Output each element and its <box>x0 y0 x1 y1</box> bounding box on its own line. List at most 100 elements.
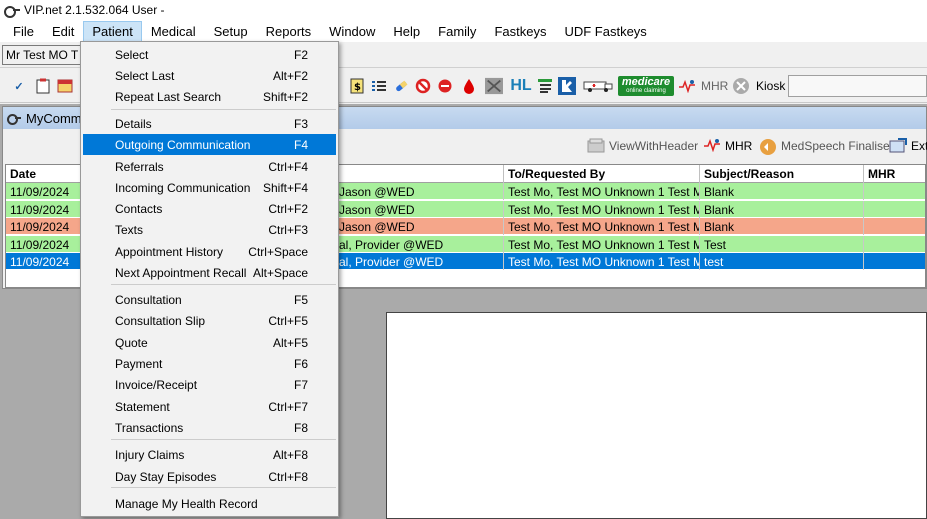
menu-item-invoice-receipt[interactable]: Invoice/Receipt F7 <box>83 374 336 395</box>
menu-item-consultation-slip[interactable]: Consultation Slip Ctrl+F5 <box>83 310 336 331</box>
app-logo-icon <box>4 4 20 18</box>
ambulance-icon[interactable] <box>582 77 614 95</box>
menu-item-label: Repeat Last Search <box>115 90 222 104</box>
menu-item-label: Consultation <box>115 293 182 307</box>
title-bar: VIP.net 2.1.532.064 User - <box>0 0 927 20</box>
menu-family[interactable]: Family <box>429 21 485 42</box>
document-lines-icon[interactable] <box>536 77 554 95</box>
kiosk-label[interactable]: Kiosk <box>756 79 785 93</box>
column-header-to[interactable]: To/Requested By <box>504 165 700 183</box>
menu-item-texts[interactable]: Texts Ctrl+F3 <box>83 219 336 240</box>
menu-udf-fastkeys[interactable]: UDF Fastkeys <box>555 21 655 42</box>
menu-edit[interactable]: Edit <box>43 21 83 42</box>
menu-item-shortcut: F4 <box>293 138 308 152</box>
pill-icon[interactable] <box>392 77 410 95</box>
mhr-heart-icon[interactable] <box>678 77 696 95</box>
menu-item-payment[interactable]: Payment F6 <box>83 353 336 374</box>
calendar-icon[interactable] <box>56 77 74 95</box>
menu-help[interactable]: Help <box>384 21 429 42</box>
menu-item-statement[interactable]: Statement Ctrl+F7 <box>83 396 336 417</box>
cell-to: Test Mo, Test MO Unknown 1 Test M... <box>504 200 700 218</box>
medicare-online-claiming-icon[interactable]: medicare online claiming <box>618 76 674 96</box>
blood-drop-icon[interactable] <box>460 77 478 95</box>
menu-file[interactable]: File <box>4 21 43 42</box>
menu-item-select-last[interactable]: Select Last Alt+F2 <box>83 65 336 86</box>
child-mhr-label: MHR <box>725 139 753 153</box>
menu-separator <box>111 487 336 488</box>
menu-reports[interactable]: Reports <box>257 21 321 42</box>
child-mhr-button[interactable]: MHR <box>703 138 752 154</box>
menu-patient[interactable]: Patient <box>83 20 142 42</box>
clipboard-icon[interactable] <box>34 77 52 95</box>
current-patient-field[interactable]: Mr Test MO T <box>2 45 82 65</box>
cell-subject: Blank <box>700 183 864 200</box>
dollar-icon[interactable]: $ <box>348 77 366 95</box>
ext-button[interactable]: Ext <box>889 138 927 154</box>
menu-item-shortcut: Alt+F8 <box>272 448 308 462</box>
menu-item-shortcut: F5 <box>293 293 308 307</box>
cell-mhr <box>864 253 925 270</box>
cell-mhr <box>864 201 925 218</box>
cell-to: Test Mo, Test MO Unknown 1 Test M... <box>504 235 700 253</box>
menu-setup[interactable]: Setup <box>205 21 257 42</box>
menu-item-day-stay-episodes[interactable]: Day Stay Episodes Ctrl+F8 <box>83 466 336 487</box>
menu-item-details[interactable]: Details F3 <box>83 113 336 134</box>
h-logo-icon[interactable] <box>558 77 576 95</box>
medspeech-finalise-button[interactable]: MedSpeech Finalise <box>759 138 890 155</box>
menu-item-label: Texts <box>115 223 144 237</box>
menu-fastkeys[interactable]: Fastkeys <box>485 21 555 42</box>
cell-to: Test Mo, Test MO Unknown 1 Test M... <box>504 183 700 200</box>
menu-item-outgoing-communication[interactable]: Outgoing Communication F4 <box>83 134 336 155</box>
cell-subject: Blank <box>700 200 864 218</box>
alert-icon[interactable] <box>436 77 454 95</box>
no-entry-icon[interactable] <box>414 77 432 95</box>
menu-item-label: Referrals <box>115 160 164 174</box>
menu-item-transactions[interactable]: Transactions F8 <box>83 417 336 438</box>
ext-label: Ext <box>911 139 927 153</box>
menu-item-label: Quote <box>115 336 148 350</box>
list-icon[interactable] <box>370 77 388 95</box>
spellcheck-icon[interactable]: ✓ <box>10 77 28 95</box>
menu-item-shortcut: Ctrl+F8 <box>268 470 308 484</box>
patient-menu-dropdown: Select F2 Select Last Alt+F2 Repeat Last Sea… <box>80 41 339 517</box>
menu-bar: File Edit Patient Medical Setup Reports … <box>0 20 927 42</box>
child-window-title: MyComm <box>26 110 82 126</box>
menu-separator <box>111 109 336 110</box>
menu-item-repeat-last-search[interactable]: Repeat Last Search Shift+F2 <box>83 86 336 107</box>
view-with-header-button[interactable]: ViewWithHeader <box>587 138 698 154</box>
column-header-mhr[interactable]: MHR <box>864 165 925 183</box>
medicare-logo-subtext: online claiming <box>626 88 666 94</box>
ext-icon <box>889 138 907 154</box>
menu-item-referrals[interactable]: Referrals Ctrl+F4 <box>83 156 336 177</box>
menu-item-label: Transactions <box>115 421 184 435</box>
menu-item-quote[interactable]: Quote Alt+F5 <box>83 332 336 353</box>
menu-item-contacts[interactable]: Contacts Ctrl+F2 <box>83 198 336 219</box>
menu-item-select[interactable]: Select F2 <box>83 44 336 65</box>
view-with-header-label: ViewWithHeader <box>609 139 699 153</box>
menu-item-incoming-communication[interactable]: Incoming Communication Shift+F4 <box>83 177 336 198</box>
menu-item-appointment-history[interactable]: Appointment History Ctrl+Space <box>83 241 336 262</box>
view-with-header-icon <box>587 138 605 154</box>
kiosk-input[interactable] <box>788 75 927 97</box>
menu-item-label: Next Appointment Recall <box>115 266 247 280</box>
menu-item-label: Select Last <box>115 69 175 83</box>
menu-window[interactable]: Window <box>320 21 384 42</box>
kiosk-close-icon[interactable] <box>732 77 750 95</box>
child-app-icon <box>7 113 21 125</box>
cell-subject: test <box>700 253 864 270</box>
menu-item-consultation[interactable]: Consultation F5 <box>83 289 336 310</box>
menu-item-shortcut: Ctrl+F4 <box>268 160 308 174</box>
menu-item-label: Injury Claims <box>115 448 185 462</box>
menu-medical[interactable]: Medical <box>142 21 205 42</box>
menu-item-next-appointment-recall[interactable]: Next Appointment Recall Alt+Space <box>83 262 336 283</box>
document-preview-panel <box>386 312 927 519</box>
column-header-subject[interactable]: Subject/Reason <box>700 165 864 183</box>
svg-text:$: $ <box>354 82 361 93</box>
disabled-tool-icon[interactable] <box>485 77 503 95</box>
mhr-toolbar-label[interactable]: MHR <box>701 79 728 93</box>
menu-item-label: Outgoing Communication <box>115 138 251 152</box>
menu-item-injury-claims[interactable]: Injury Claims Alt+F8 <box>83 444 336 465</box>
menu-item-manage-my-health-record[interactable]: Manage My Health Record <box>83 493 336 514</box>
hl-icon[interactable]: HL <box>510 77 531 95</box>
menu-item-shortcut: F8 <box>293 421 308 435</box>
